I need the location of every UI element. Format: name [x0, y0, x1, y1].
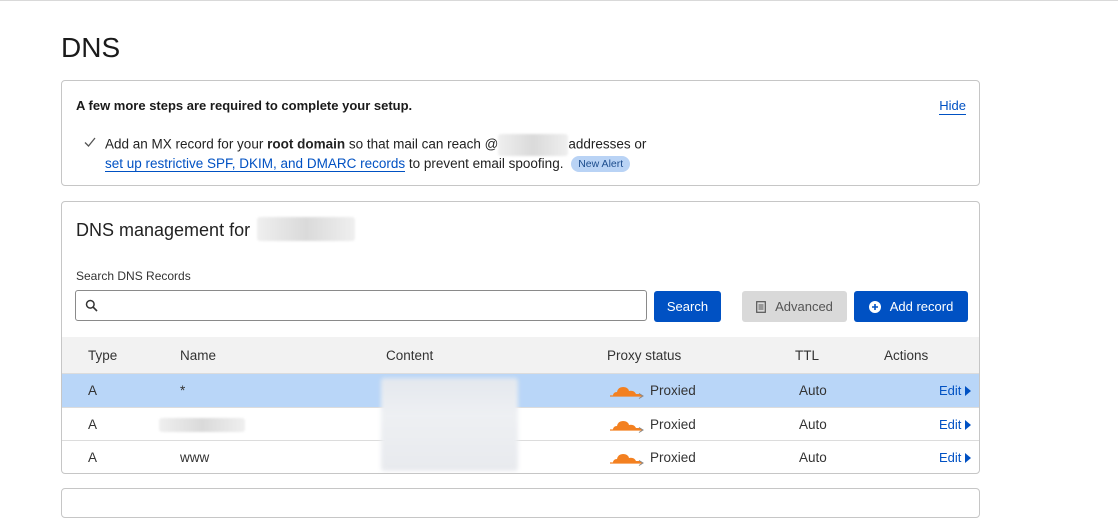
record-type: A	[88, 383, 98, 398]
spf-dkim-dmarc-link[interactable]: set up restrictive SPF, DKIM, and DMARC …	[105, 156, 406, 172]
setup-spf-text: set up restrictive SPF, DKIM, and DMARC …	[105, 156, 631, 172]
record-ttl: Auto	[799, 417, 827, 432]
table-row[interactable]: A * Proxied Auto Edit	[62, 373, 979, 407]
redacted-zone-name	[257, 217, 356, 241]
dns-heading-text: DNS management for	[76, 220, 251, 240]
redacted-record-name	[159, 418, 245, 432]
edit-link[interactable]: Edit	[939, 450, 972, 465]
caret-right-icon	[965, 420, 972, 430]
dns-management-heading: DNS management for	[76, 217, 356, 241]
redacted-domain	[498, 134, 569, 156]
edit-label: Edit	[939, 417, 962, 432]
record-ttl: Auto	[799, 450, 827, 465]
table-row[interactable]: A Proxied Auto Edit	[62, 407, 979, 441]
add-record-label: Add record	[889, 299, 954, 314]
edit-link[interactable]: Edit	[939, 417, 972, 432]
new-alert-badge: New Alert	[571, 156, 631, 172]
advanced-label: Advanced	[775, 299, 833, 314]
plus-circle-icon	[868, 300, 881, 313]
table-header: Type Name Content Proxy status TTL Actio…	[62, 337, 979, 373]
next-section-card	[61, 488, 980, 518]
search-input[interactable]	[104, 295, 638, 318]
redacted-content-values	[381, 378, 518, 471]
top-divider	[0, 0, 1118, 1]
search-box[interactable]	[75, 290, 647, 321]
proxy-status: Proxied	[650, 417, 696, 432]
column-name: Name	[180, 348, 217, 363]
column-proxy-status: Proxy status	[607, 348, 682, 363]
caret-right-icon	[965, 453, 972, 463]
record-type: A	[88, 450, 98, 465]
root-domain-text: root domain	[267, 136, 346, 152]
column-type: Type	[88, 348, 118, 363]
cloud-icon	[610, 421, 644, 433]
column-actions: Actions	[884, 348, 929, 363]
setup-heading: A few more steps are required to complet…	[76, 98, 413, 113]
record-name: *	[180, 383, 186, 398]
column-content: Content	[386, 348, 434, 363]
proxy-status: Proxied	[650, 450, 696, 465]
record-ttl: Auto	[799, 383, 827, 398]
page-title: DNS	[61, 32, 121, 63]
setup-steps-card: A few more steps are required to complet…	[61, 80, 980, 186]
edit-label: Edit	[939, 450, 962, 465]
advanced-button[interactable]: Advanced	[742, 291, 847, 322]
dns-management-card: DNS management for Search DNS Records Se…	[61, 201, 980, 474]
column-ttl: TTL	[795, 348, 820, 363]
edit-label: Edit	[939, 383, 962, 398]
caret-right-icon	[965, 386, 972, 396]
record-name: www	[180, 450, 210, 465]
cloud-icon	[610, 454, 644, 466]
proxy-status: Proxied	[650, 383, 696, 398]
search-label: Search DNS Records	[76, 269, 191, 283]
setup-text-suffix: addresses or	[568, 136, 647, 152]
search-icon	[85, 299, 98, 312]
check-icon	[84, 137, 96, 147]
setup-mx-text: Add an MX record for your root domain so…	[105, 134, 646, 156]
table-row[interactable]: A www Proxied Auto Edit	[62, 440, 979, 473]
cloud-icon	[610, 387, 644, 399]
hide-link[interactable]: Hide	[939, 98, 966, 115]
record-type: A	[88, 417, 98, 432]
search-button[interactable]: Search	[654, 291, 721, 322]
setup-text-middle: so that mail can reach @	[348, 136, 499, 152]
setup-text-prefix: Add an MX record for your	[105, 136, 264, 152]
edit-link[interactable]: Edit	[939, 383, 972, 398]
add-record-button[interactable]: Add record	[854, 291, 968, 322]
spoofing-text: to prevent email spoofing.	[408, 156, 564, 171]
document-icon	[756, 300, 766, 313]
